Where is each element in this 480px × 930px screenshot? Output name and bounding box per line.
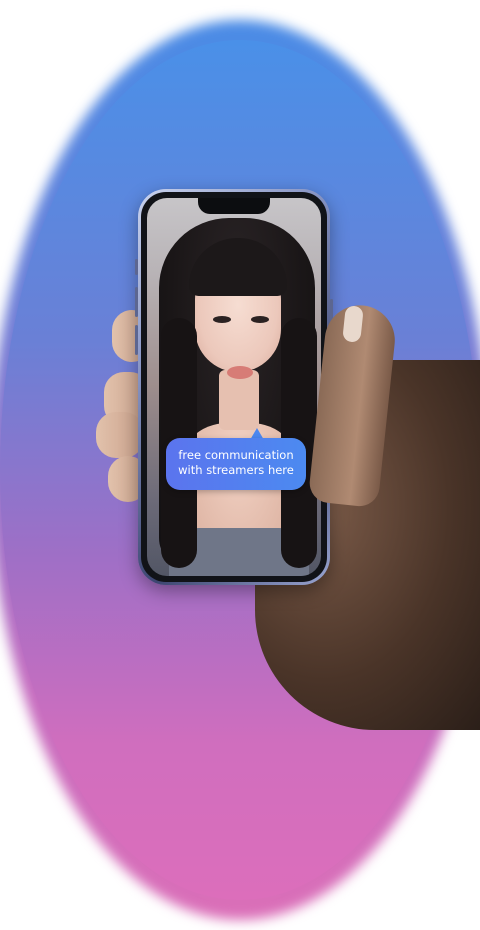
phone-mockup: [135, 189, 333, 585]
streamer-eye: [251, 316, 269, 323]
chat-bubble-text: free communication with streamers here: [178, 448, 294, 477]
streamer-lips: [227, 366, 253, 379]
phone-notch: [198, 198, 270, 214]
finger: [96, 412, 144, 458]
phone-volume-down-button: [135, 325, 138, 355]
phone-side-button: [135, 259, 138, 275]
streamer-neck: [219, 370, 259, 430]
phone-screen: [147, 198, 321, 576]
streamer-eye: [213, 316, 231, 323]
phone-volume-up-button: [135, 287, 138, 317]
chat-bubble: free communication with streamers here: [166, 438, 306, 490]
phone-frame: [141, 192, 327, 582]
